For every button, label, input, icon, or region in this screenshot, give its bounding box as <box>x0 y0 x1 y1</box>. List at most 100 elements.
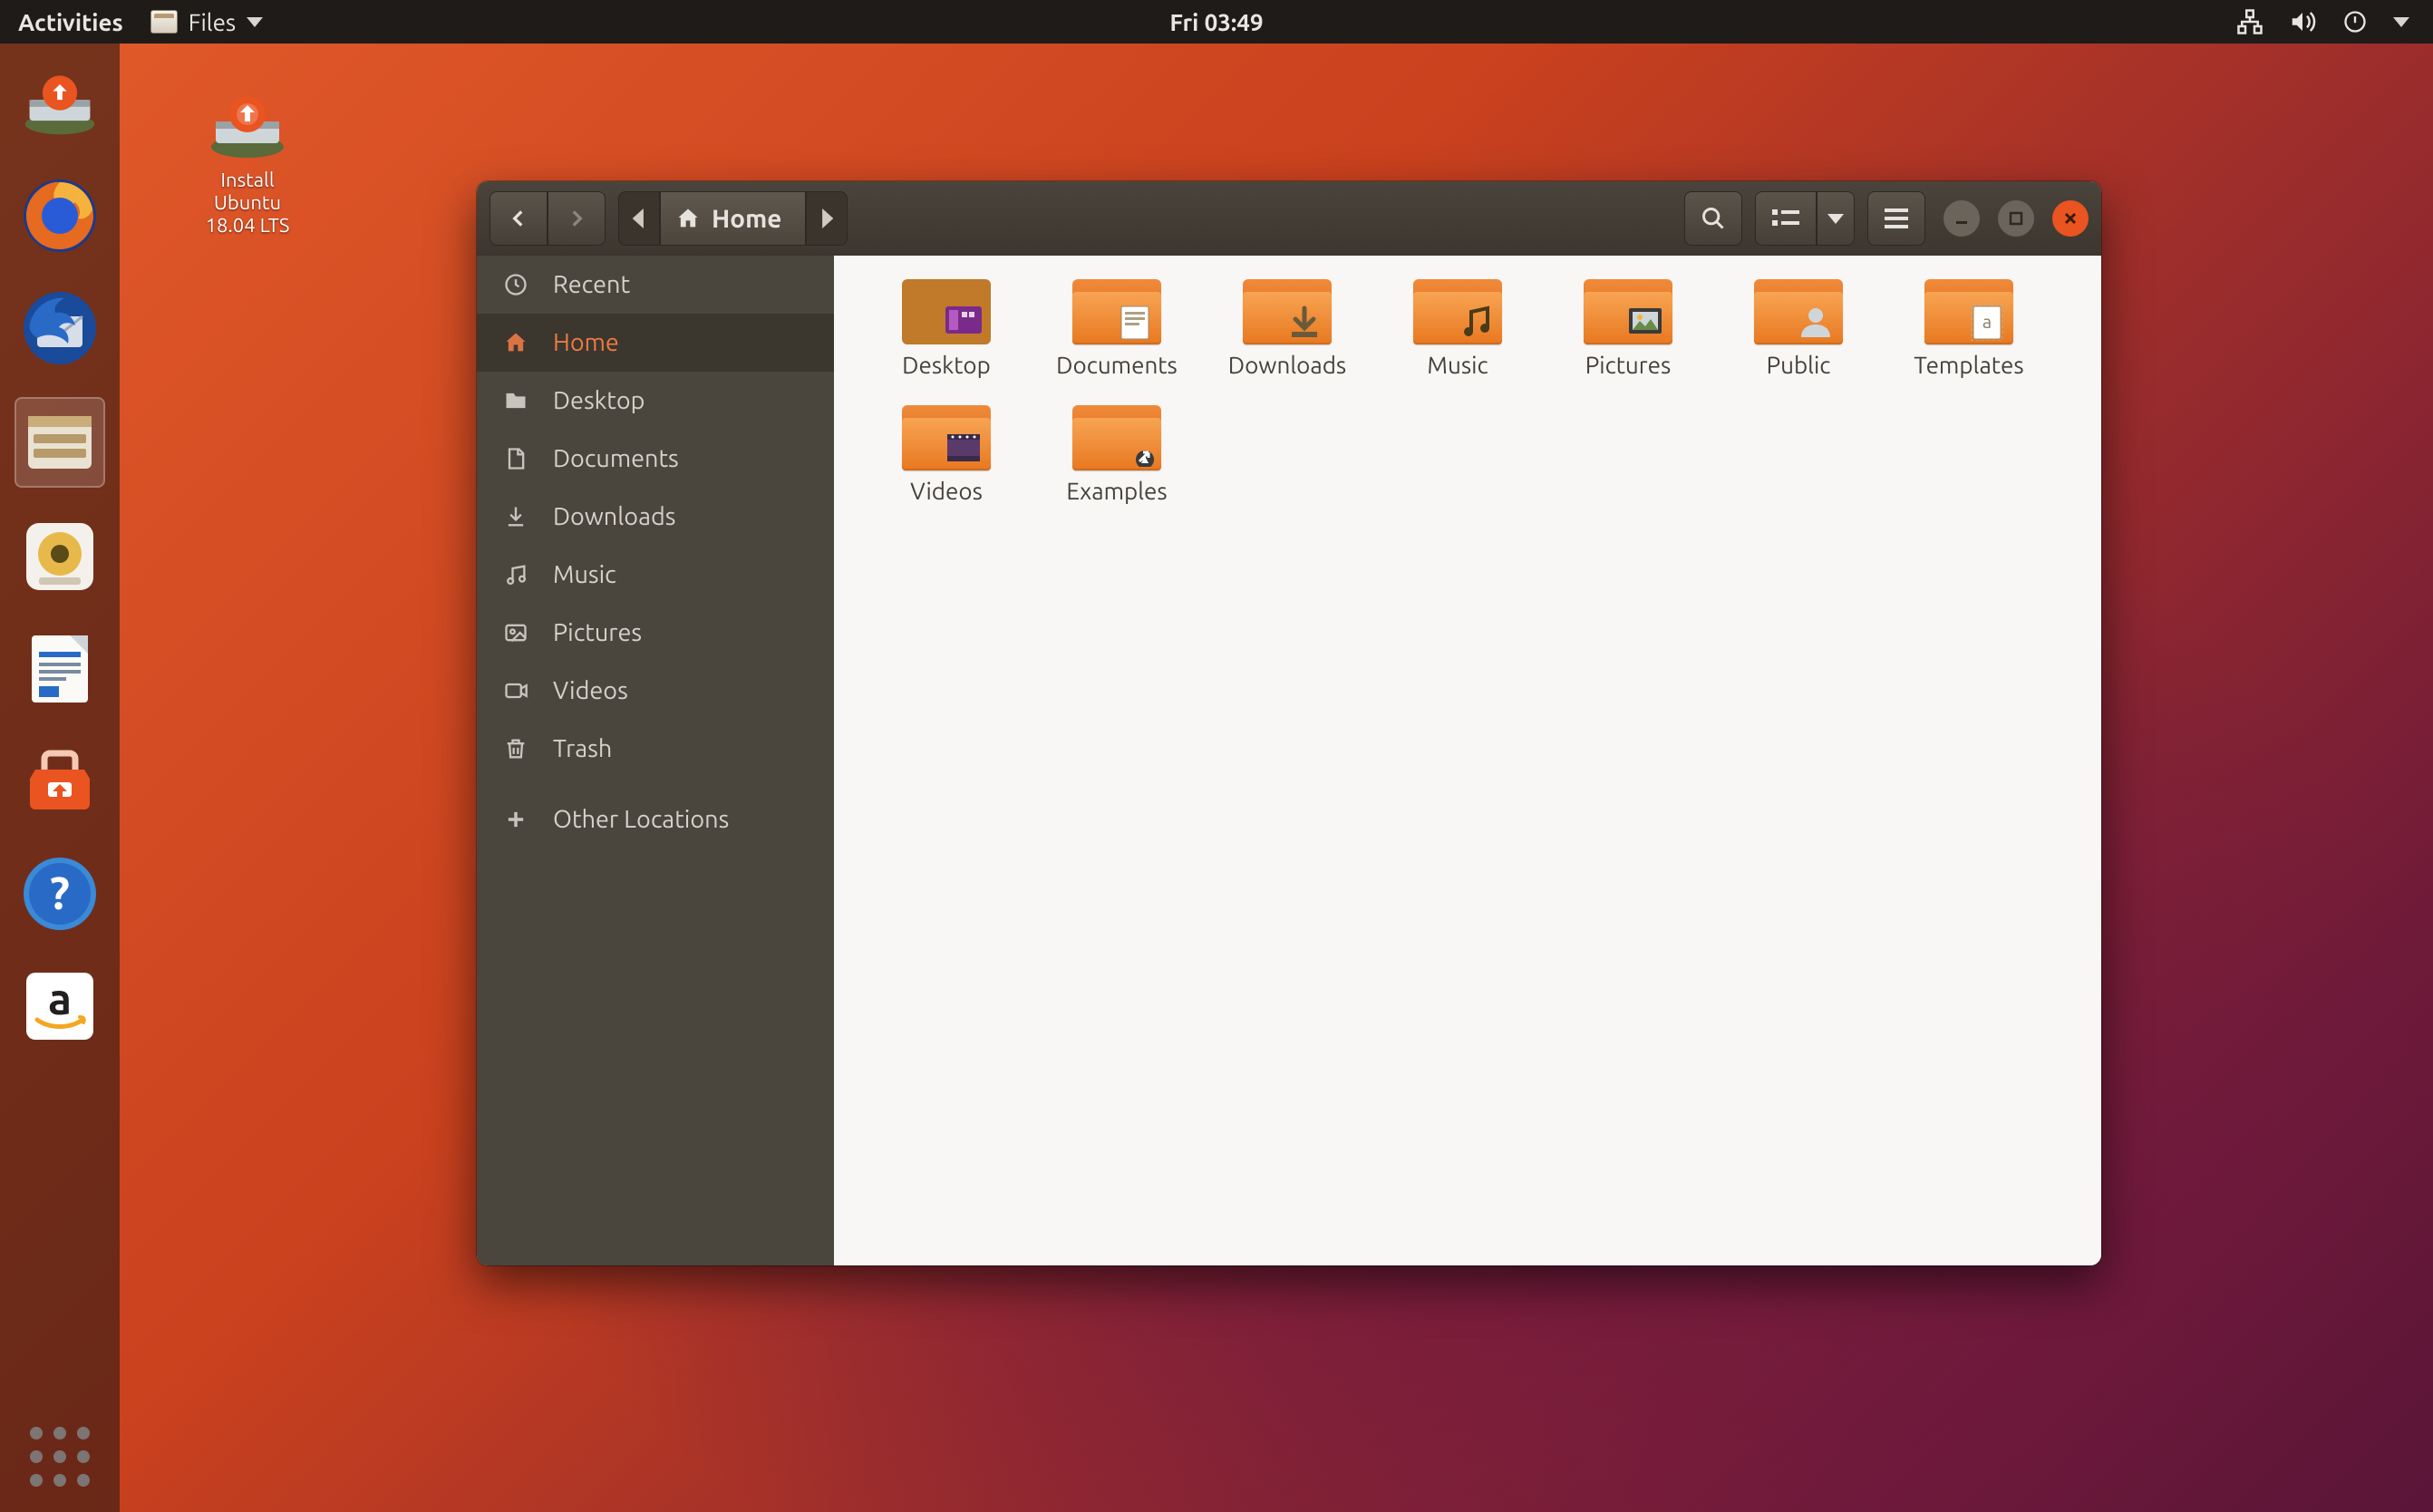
window-minimize-button[interactable] <box>1943 200 1980 237</box>
folder-templates[interactable]: a Templates <box>1884 279 2054 405</box>
app-menu-label: Files <box>189 9 236 35</box>
places-sidebar: Recent Home Desktop Documents Downloads Music… <box>477 256 834 1265</box>
sidebar-item-recent[interactable]: Recent <box>477 256 834 314</box>
folder-videos[interactable]: Videos <box>861 405 1032 531</box>
sidebar-item-trash[interactable]: Trash <box>477 720 834 778</box>
download-icon <box>500 501 531 532</box>
dock-item-rhythmbox[interactable] <box>16 513 103 600</box>
folder-music[interactable]: Music <box>1372 279 1543 405</box>
ubuntu-software-icon <box>21 742 99 820</box>
files-icon <box>21 403 99 481</box>
trash-icon <box>500 733 531 764</box>
dock-item-amazon[interactable]: a <box>16 963 103 1050</box>
plus-icon <box>500 804 531 835</box>
clock[interactable]: Fri 03:49 <box>1169 9 1263 35</box>
dock-item-help[interactable]: ? <box>16 850 103 937</box>
sidebar-item-documents[interactable]: Documents <box>477 430 834 488</box>
svg-text:a: a <box>1982 311 1992 332</box>
folder-label: Public <box>1767 352 1831 378</box>
path-location-home[interactable]: Home <box>660 191 806 246</box>
search-button[interactable] <box>1684 191 1742 246</box>
dock-item-install-ubuntu[interactable] <box>16 60 103 147</box>
folder-icon <box>1754 279 1843 344</box>
dock-item-libreoffice-writer[interactable] <box>16 625 103 712</box>
sidebar-item-label: Trash <box>553 735 612 762</box>
sidebar-item-label: Recent <box>553 271 630 298</box>
app-menu[interactable]: Files <box>150 9 263 35</box>
dock-item-firefox[interactable] <box>16 172 103 259</box>
path-location-label: Home <box>712 205 781 233</box>
activities-button[interactable]: Activities <box>18 9 123 35</box>
path-bar[interactable]: Home <box>618 191 848 246</box>
sidebar-item-label: Music <box>553 561 616 588</box>
folder-label: Videos <box>910 478 983 504</box>
folder-downloads[interactable]: Downloads <box>1202 279 1372 405</box>
sidebar-item-music[interactable]: Music <box>477 546 834 604</box>
folder-label: Pictures <box>1585 352 1671 378</box>
sidebar-item-label: Videos <box>553 677 628 704</box>
folder-icon <box>1413 279 1502 344</box>
network-icon <box>2235 7 2264 36</box>
amazon-icon: a <box>21 967 99 1045</box>
forward-button[interactable] <box>548 191 606 246</box>
desktop-icon-install-ubuntu[interactable]: InstallUbuntu18.04 LTS <box>179 91 315 237</box>
window-maximize-button[interactable] <box>1998 200 2034 237</box>
folder-icon <box>1243 279 1332 344</box>
icon-grid: Desktop Documents Downloads Music Pictures Pu… <box>861 279 2074 531</box>
desktop-icon-label: InstallUbuntu18.04 LTS <box>179 169 315 237</box>
chevron-down-icon <box>247 17 263 27</box>
folder-pictures[interactable]: Pictures <box>1543 279 1713 405</box>
window-close-button[interactable] <box>2052 200 2089 237</box>
dock-item-thunderbird[interactable] <box>16 285 103 372</box>
folder-label: Templates <box>1914 352 2023 378</box>
path-next-icon[interactable] <box>806 191 848 246</box>
help-icon: ? <box>21 855 99 933</box>
sidebar-item-label: Home <box>553 329 619 356</box>
folder-label: Documents <box>1056 352 1178 378</box>
top-bar: Activities Files Fri 03:49 <box>0 0 2433 44</box>
sidebar-item-videos[interactable]: Videos <box>477 662 834 720</box>
svg-text:?: ? <box>50 867 70 918</box>
rhythmbox-icon <box>21 518 99 596</box>
path-prev-icon[interactable] <box>618 191 660 246</box>
view-list-button[interactable] <box>1755 191 1817 246</box>
sidebar-item-other-locations[interactable]: Other Locations <box>477 790 834 848</box>
folder-public[interactable]: Public <box>1713 279 1884 405</box>
firefox-icon <box>21 177 99 255</box>
dock-item-ubuntu-software[interactable] <box>16 738 103 825</box>
sidebar-item-label: Documents <box>553 445 679 472</box>
dock-item-files[interactable] <box>15 397 105 488</box>
music-icon <box>500 559 531 590</box>
sidebar-item-label: Pictures <box>553 619 642 646</box>
sidebar-item-pictures[interactable]: Pictures <box>477 604 834 662</box>
view-dropdown-button[interactable] <box>1817 191 1855 246</box>
folder-icon: a <box>1924 279 2013 344</box>
folder-icon <box>1072 405 1161 470</box>
status-area[interactable] <box>2235 7 2433 36</box>
sidebar-item-label: Desktop <box>553 387 645 414</box>
home-icon <box>675 206 701 231</box>
clock-icon <box>500 269 531 300</box>
folder-label: Desktop <box>902 352 991 378</box>
sidebar-item-desktop[interactable]: Desktop <box>477 372 834 430</box>
sidebar-item-downloads[interactable]: Downloads <box>477 488 834 546</box>
folder-examples[interactable]: Examples <box>1032 405 1202 531</box>
folder-icon <box>1072 279 1161 344</box>
install-ubuntu-icon <box>21 64 99 142</box>
folder-icon <box>902 279 991 344</box>
dock: ?a <box>0 44 120 1512</box>
svg-text:a: a <box>48 974 72 1023</box>
files-window: Home Recent Home Desktop Documents Downloads… <box>477 181 2101 1265</box>
content-area[interactable]: Desktop Documents Downloads Music Pictures Pu… <box>834 256 2101 1265</box>
header-bar: Home <box>477 181 2101 256</box>
back-button[interactable] <box>490 191 548 246</box>
folder-label: Downloads <box>1228 352 1346 378</box>
videos-icon <box>500 675 531 706</box>
folder-label: Music <box>1427 352 1488 378</box>
folder-desktop[interactable]: Desktop <box>861 279 1032 405</box>
thunderbird-icon <box>21 289 99 367</box>
sidebar-item-home[interactable]: Home <box>477 314 834 372</box>
folder-documents[interactable]: Documents <box>1032 279 1202 405</box>
power-icon <box>2341 7 2370 36</box>
hamburger-menu-button[interactable] <box>1867 191 1925 246</box>
